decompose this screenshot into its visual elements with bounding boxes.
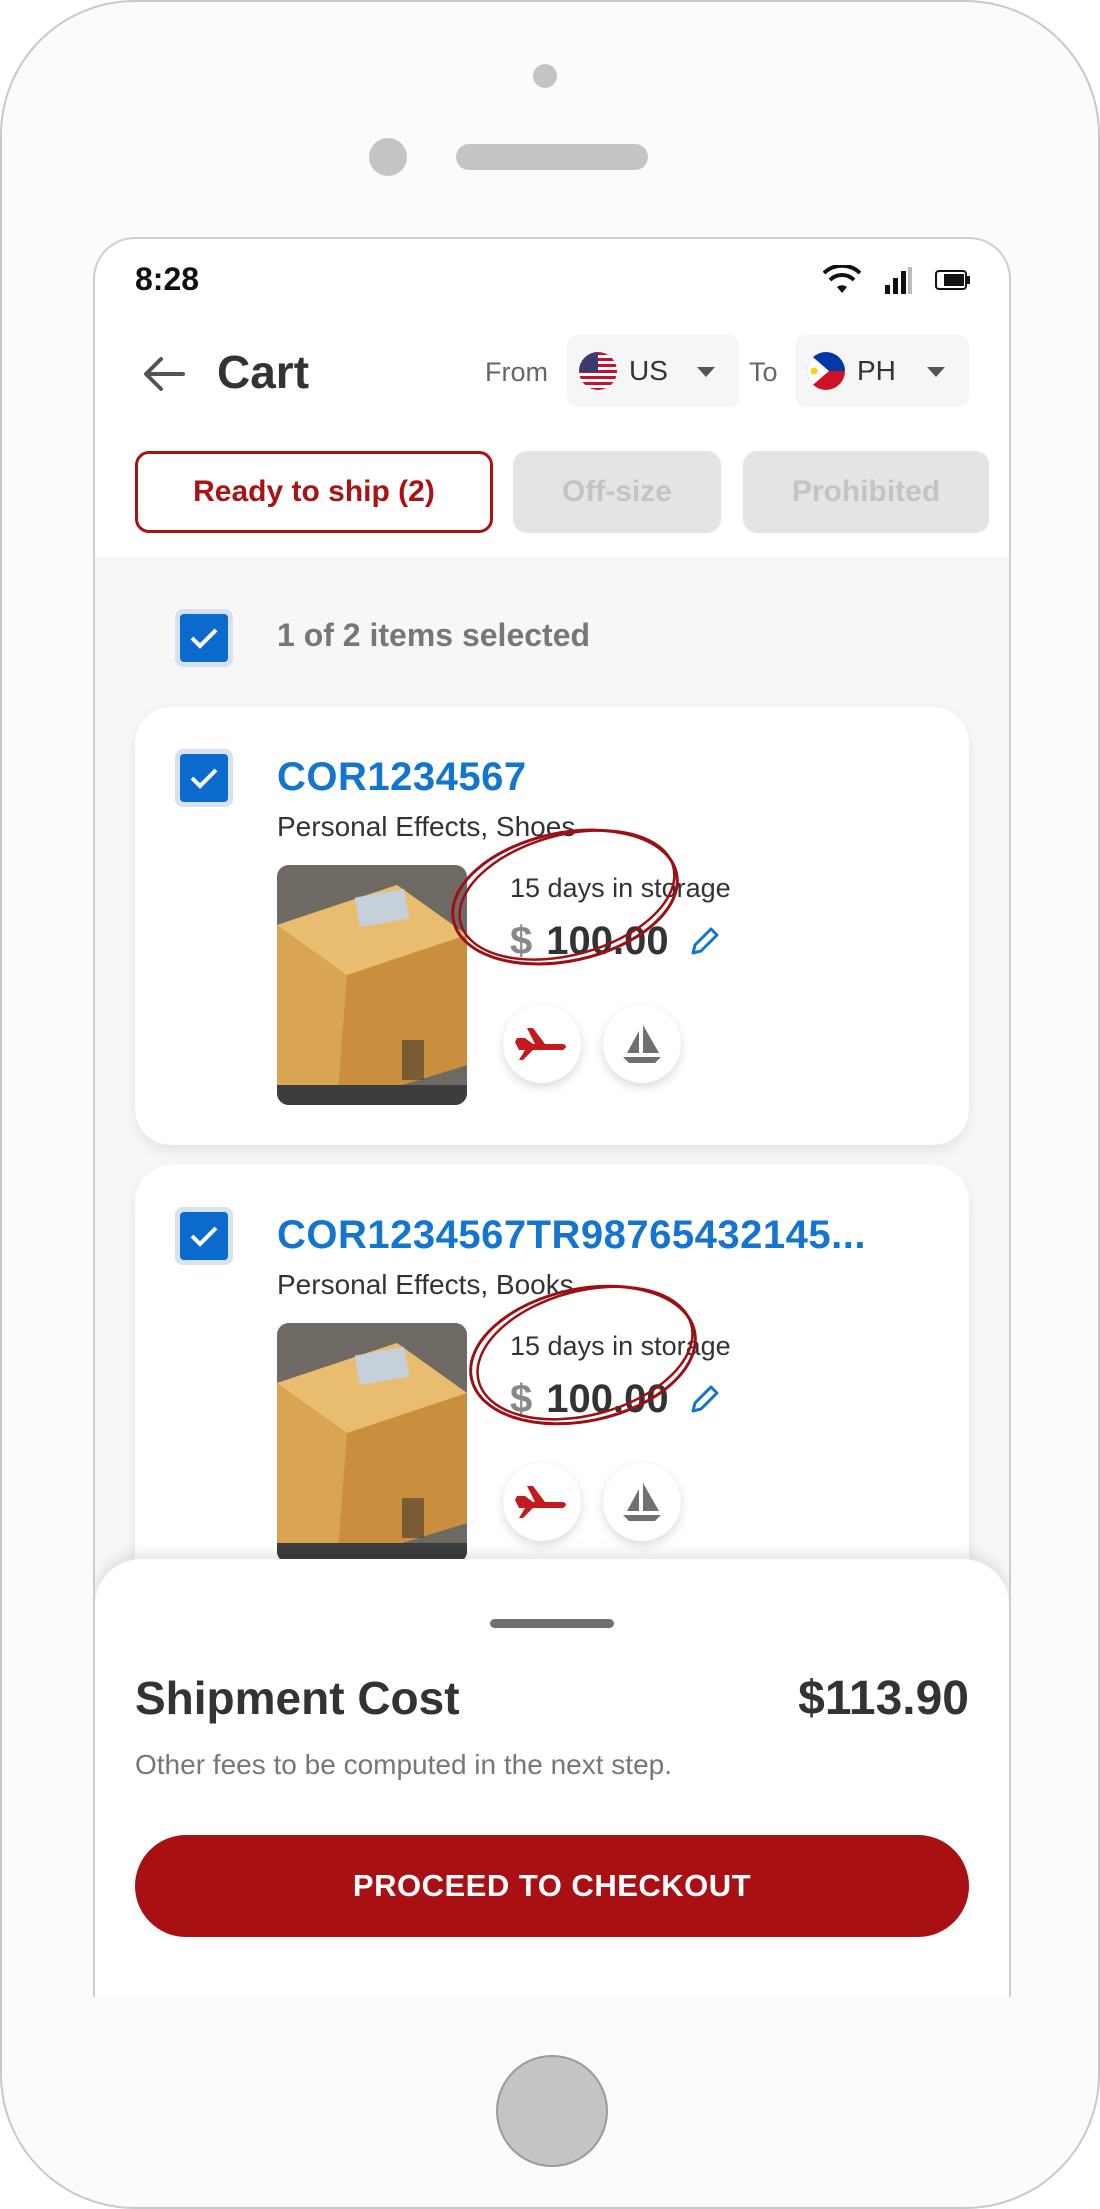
fees-note: Other fees to be computed in the next st… (135, 1749, 672, 1780)
currency-symbol: $ (510, 1377, 533, 1421)
cart-item-card[interactable]: COR1234567 Personal Effects, Shoes 15 da… (135, 707, 969, 1145)
item-category: Personal Effects, Books (277, 1269, 574, 1300)
price-value: 100.00 (546, 1377, 669, 1421)
proceed-to-checkout-button[interactable]: PROCEED TO CHECKOUT (135, 1835, 969, 1937)
item-price: $ 100.00 (510, 919, 721, 964)
battery-icon (935, 270, 970, 290)
to-country-select[interactable]: PH (795, 335, 969, 407)
price-value: 100.00 (546, 919, 669, 963)
to-label: To (749, 357, 778, 387)
air-freight-icon[interactable] (503, 1463, 581, 1541)
currency-symbol: $ (510, 919, 533, 963)
us-flag-icon (579, 352, 617, 390)
chevron-down-icon (697, 367, 715, 377)
app-screen: 8:28 Cart From US To PH Ready to ship (2… (93, 237, 1011, 1997)
shipment-cost-label: Shipment Cost (135, 1672, 460, 1724)
check-icon (190, 768, 218, 789)
status-bar: 8:28 (95, 239, 1009, 329)
storage-duration: 15 days in storage (510, 873, 731, 903)
check-icon (190, 1226, 218, 1247)
cart-item-card[interactable]: COR1234567TR98765432145... Personal Effe… (135, 1165, 969, 1603)
from-label: From (485, 357, 548, 387)
from-country-select[interactable]: US (567, 335, 739, 407)
storage-duration: 15 days in storage (510, 1331, 731, 1361)
tab-prohibited[interactable]: Prohibited (743, 451, 989, 533)
package-photo (277, 1323, 467, 1563)
from-country-code: US (629, 355, 668, 386)
shipment-summary-sheet: Shipment Cost $113.90 Other fees to be c… (95, 1559, 1009, 1997)
chevron-down-icon (927, 367, 945, 377)
to-country-code: PH (857, 355, 896, 386)
ph-flag-icon (807, 352, 845, 390)
item-code[interactable]: COR1234567TR98765432145... (277, 1213, 866, 1258)
tab-ready-to-ship[interactable]: Ready to ship (2) (135, 451, 493, 533)
status-time: 8:28 (135, 261, 200, 297)
sea-freight-icon[interactable] (603, 1463, 681, 1541)
item-code[interactable]: COR1234567 (277, 755, 527, 800)
select-all-checkbox[interactable] (175, 609, 233, 667)
signal-icon (885, 267, 912, 294)
phone-frame: 8:28 Cart From US To PH Ready to ship (2… (0, 0, 1100, 2209)
drag-handle[interactable] (490, 1619, 614, 1628)
cart-tabs: Ready to ship (2) Off-size Prohibited (95, 451, 1009, 541)
item-category: Personal Effects, Shoes (277, 811, 576, 842)
edit-pencil-icon[interactable] (687, 925, 721, 959)
back-arrow-icon[interactable] (139, 349, 189, 399)
page-title: Cart (217, 346, 310, 398)
front-camera (533, 64, 557, 88)
tab-off-size[interactable]: Off-size (513, 451, 721, 533)
edit-pencil-icon[interactable] (687, 1383, 721, 1417)
item-checkbox[interactable] (175, 1207, 233, 1265)
check-icon (190, 628, 218, 649)
wifi-icon (823, 265, 861, 293)
selection-count: 1 of 2 items selected (277, 617, 591, 653)
proximity-sensor (369, 138, 407, 176)
item-price: $ 100.00 (510, 1377, 721, 1422)
cart-header: Cart From US To PH (95, 329, 1009, 429)
home-button[interactable] (496, 2055, 608, 2167)
air-freight-icon[interactable] (503, 1005, 581, 1083)
package-photo (277, 865, 467, 1105)
item-checkbox[interactable] (175, 749, 233, 807)
sea-freight-icon[interactable] (603, 1005, 681, 1083)
shipment-cost-value: $113.90 (798, 1672, 969, 1725)
earpiece-speaker (456, 144, 648, 170)
